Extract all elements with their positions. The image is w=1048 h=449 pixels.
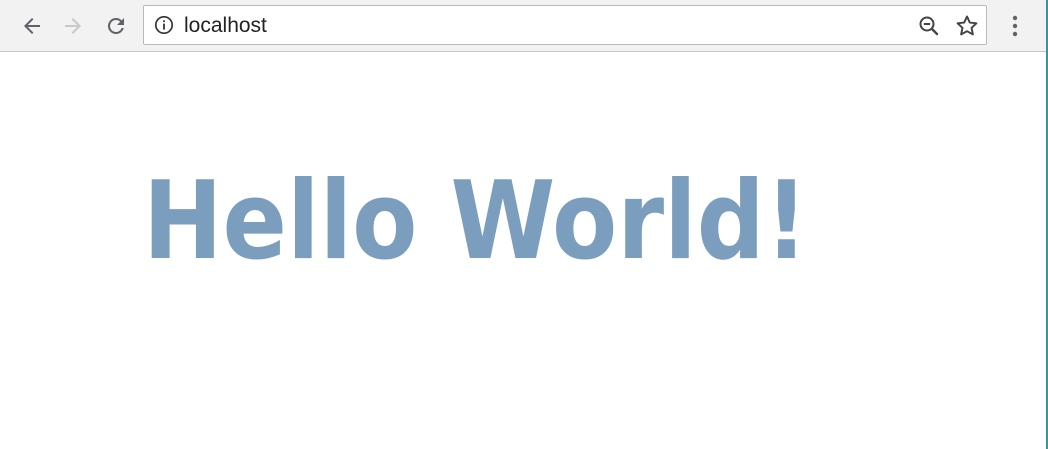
arrow-left-icon <box>24 18 40 34</box>
back-button[interactable] <box>18 12 46 40</box>
browser-window: localhost Hello World! <box>0 0 1048 449</box>
address-bar[interactable]: localhost <box>143 5 987 45</box>
kebab-menu-icon[interactable] <box>1003 12 1027 40</box>
url-text[interactable]: localhost <box>184 14 267 38</box>
reload-button[interactable] <box>102 12 130 40</box>
page-content: Hello World! <box>0 52 1046 449</box>
arrow-right-icon <box>65 18 81 34</box>
star-icon[interactable] <box>954 13 980 39</box>
reload-icon <box>107 17 124 34</box>
zoom-out-icon[interactable] <box>917 14 941 38</box>
info-icon[interactable] <box>154 15 174 35</box>
headline: Hello World! <box>143 159 809 284</box>
forward-button[interactable] <box>59 12 87 40</box>
browser-toolbar: localhost <box>0 0 1046 52</box>
